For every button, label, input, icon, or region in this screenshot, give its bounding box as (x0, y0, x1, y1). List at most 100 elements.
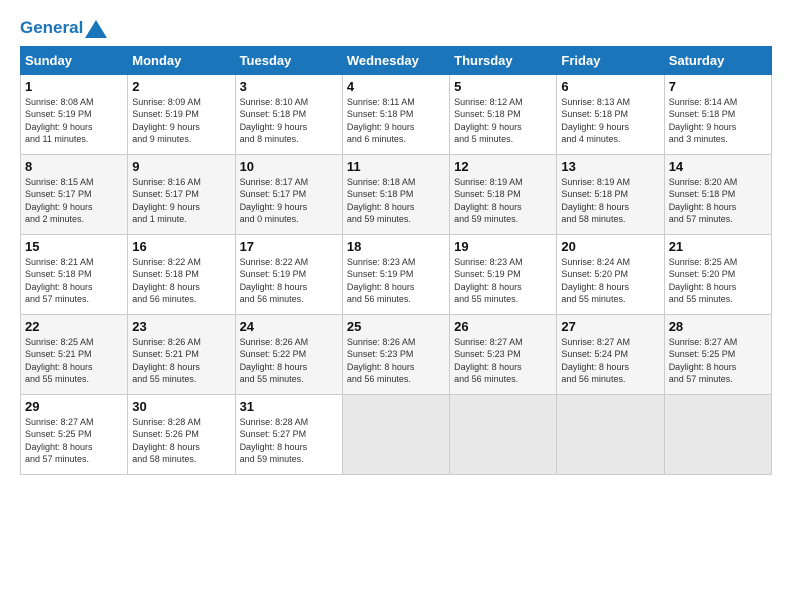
calendar-cell: 4 Sunrise: 8:11 AM Sunset: 5:18 PM Daylig… (342, 74, 449, 154)
calendar-cell: 26 Sunrise: 8:27 AM Sunset: 5:23 PM Dayli… (450, 314, 557, 394)
calendar-cell (557, 394, 664, 474)
dow-header-monday: Monday (128, 46, 235, 74)
day-number: 11 (347, 159, 445, 174)
logo-text: General (20, 18, 107, 38)
day-number: 19 (454, 239, 552, 254)
day-detail: Sunrise: 8:19 AM Sunset: 5:18 PM Dayligh… (454, 176, 552, 226)
calendar-cell: 17 Sunrise: 8:22 AM Sunset: 5:19 PM Dayli… (235, 234, 342, 314)
day-number: 25 (347, 319, 445, 334)
calendar-cell: 9Sunrise: 8:16 AM Sunset: 5:17 PM Daylig… (128, 154, 235, 234)
calendar-cell: 20Sunrise: 8:24 AM Sunset: 5:20 PM Dayli… (557, 234, 664, 314)
calendar-cell: 2 Sunrise: 8:09 AM Sunset: 5:19 PM Daylig… (128, 74, 235, 154)
calendar-cell: 18 Sunrise: 8:23 AM Sunset: 5:19 PM Dayli… (342, 234, 449, 314)
day-detail: Sunrise: 8:22 AM Sunset: 5:19 PM Dayligh… (240, 256, 338, 306)
calendar-cell: 1 Sunrise: 8:08 AM Sunset: 5:19 PM Daylig… (21, 74, 128, 154)
day-detail: Sunrise: 8:27 AM Sunset: 5:24 PM Dayligh… (561, 336, 659, 386)
day-detail: Sunrise: 8:27 AM Sunset: 5:23 PM Dayligh… (454, 336, 552, 386)
calendar-container: General SundayMondayTuesdayWednesdayThur… (0, 0, 792, 485)
day-detail: Sunrise: 8:27 AM Sunset: 5:25 PM Dayligh… (25, 416, 123, 466)
calendar-cell: 31Sunrise: 8:28 AM Sunset: 5:27 PM Dayli… (235, 394, 342, 474)
day-number: 4 (347, 79, 445, 94)
day-detail: Sunrise: 8:11 AM Sunset: 5:18 PM Dayligh… (347, 96, 445, 146)
day-number: 12 (454, 159, 552, 174)
calendar-cell: 15 Sunrise: 8:21 AM Sunset: 5:18 PM Dayli… (21, 234, 128, 314)
logo: General (20, 18, 107, 36)
day-number: 23 (132, 319, 230, 334)
day-number: 31 (240, 399, 338, 414)
calendar-cell: 29 Sunrise: 8:27 AM Sunset: 5:25 PM Dayli… (21, 394, 128, 474)
day-detail: Sunrise: 8:22 AM Sunset: 5:18 PM Dayligh… (132, 256, 230, 306)
calendar-body: 1 Sunrise: 8:08 AM Sunset: 5:19 PM Daylig… (21, 74, 772, 474)
day-detail: Sunrise: 8:12 AM Sunset: 5:18 PM Dayligh… (454, 96, 552, 146)
calendar-cell: 6Sunrise: 8:13 AM Sunset: 5:18 PM Daylig… (557, 74, 664, 154)
day-detail: Sunrise: 8:18 AM Sunset: 5:18 PM Dayligh… (347, 176, 445, 226)
day-number: 5 (454, 79, 552, 94)
day-detail: Sunrise: 8:19 AM Sunset: 5:18 PM Dayligh… (561, 176, 659, 226)
calendar-cell: 30 Sunrise: 8:28 AM Sunset: 5:26 PM Dayli… (128, 394, 235, 474)
day-number: 27 (561, 319, 659, 334)
day-detail: Sunrise: 8:26 AM Sunset: 5:22 PM Dayligh… (240, 336, 338, 386)
calendar-table: SundayMondayTuesdayWednesdayThursdayFrid… (20, 46, 772, 475)
day-detail: Sunrise: 8:26 AM Sunset: 5:21 PM Dayligh… (132, 336, 230, 386)
day-detail: Sunrise: 8:27 AM Sunset: 5:25 PM Dayligh… (669, 336, 767, 386)
day-detail: Sunrise: 8:09 AM Sunset: 5:19 PM Dayligh… (132, 96, 230, 146)
day-number: 26 (454, 319, 552, 334)
week-row-1: 1 Sunrise: 8:08 AM Sunset: 5:19 PM Daylig… (21, 74, 772, 154)
day-detail: Sunrise: 8:26 AM Sunset: 5:23 PM Dayligh… (347, 336, 445, 386)
dow-header-saturday: Saturday (664, 46, 771, 74)
day-detail: Sunrise: 8:10 AM Sunset: 5:18 PM Dayligh… (240, 96, 338, 146)
day-number: 8 (25, 159, 123, 174)
calendar-cell: 11 Sunrise: 8:18 AM Sunset: 5:18 PM Dayli… (342, 154, 449, 234)
day-number: 24 (240, 319, 338, 334)
day-detail: Sunrise: 8:28 AM Sunset: 5:26 PM Dayligh… (132, 416, 230, 466)
week-row-2: 8 Sunrise: 8:15 AM Sunset: 5:17 PM Daylig… (21, 154, 772, 234)
day-detail: Sunrise: 8:15 AM Sunset: 5:17 PM Dayligh… (25, 176, 123, 226)
day-detail: Sunrise: 8:21 AM Sunset: 5:18 PM Dayligh… (25, 256, 123, 306)
day-number: 22 (25, 319, 123, 334)
day-detail: Sunrise: 8:08 AM Sunset: 5:19 PM Dayligh… (25, 96, 123, 146)
calendar-cell: 8 Sunrise: 8:15 AM Sunset: 5:17 PM Daylig… (21, 154, 128, 234)
day-number: 30 (132, 399, 230, 414)
days-of-week-row: SundayMondayTuesdayWednesdayThursdayFrid… (21, 46, 772, 74)
day-number: 15 (25, 239, 123, 254)
header: General (20, 18, 772, 36)
day-number: 21 (669, 239, 767, 254)
day-number: 17 (240, 239, 338, 254)
day-number: 14 (669, 159, 767, 174)
calendar-cell: 21 Sunrise: 8:25 AM Sunset: 5:20 PM Dayli… (664, 234, 771, 314)
day-detail: Sunrise: 8:24 AM Sunset: 5:20 PM Dayligh… (561, 256, 659, 306)
day-number: 1 (25, 79, 123, 94)
calendar-cell: 23 Sunrise: 8:26 AM Sunset: 5:21 PM Dayli… (128, 314, 235, 394)
calendar-cell: 27 Sunrise: 8:27 AM Sunset: 5:24 PM Dayli… (557, 314, 664, 394)
calendar-cell: 14 Sunrise: 8:20 AM Sunset: 5:18 PM Dayli… (664, 154, 771, 234)
calendar-cell (450, 394, 557, 474)
day-detail: Sunrise: 8:23 AM Sunset: 5:19 PM Dayligh… (454, 256, 552, 306)
day-number: 18 (347, 239, 445, 254)
day-detail: Sunrise: 8:20 AM Sunset: 5:18 PM Dayligh… (669, 176, 767, 226)
day-number: 7 (669, 79, 767, 94)
day-detail: Sunrise: 8:17 AM Sunset: 5:17 PM Dayligh… (240, 176, 338, 226)
day-detail: Sunrise: 8:14 AM Sunset: 5:18 PM Dayligh… (669, 96, 767, 146)
week-row-5: 29 Sunrise: 8:27 AM Sunset: 5:25 PM Dayli… (21, 394, 772, 474)
week-row-4: 22 Sunrise: 8:25 AM Sunset: 5:21 PM Dayli… (21, 314, 772, 394)
calendar-cell: 7 Sunrise: 8:14 AM Sunset: 5:18 PM Daylig… (664, 74, 771, 154)
calendar-cell: 12 Sunrise: 8:19 AM Sunset: 5:18 PM Dayli… (450, 154, 557, 234)
day-number: 16 (132, 239, 230, 254)
calendar-cell: 16 Sunrise: 8:22 AM Sunset: 5:18 PM Dayli… (128, 234, 235, 314)
day-number: 13 (561, 159, 659, 174)
day-number: 2 (132, 79, 230, 94)
calendar-cell: 25 Sunrise: 8:26 AM Sunset: 5:23 PM Dayli… (342, 314, 449, 394)
calendar-cell: 13 Sunrise: 8:19 AM Sunset: 5:18 PM Dayli… (557, 154, 664, 234)
dow-header-tuesday: Tuesday (235, 46, 342, 74)
day-detail: Sunrise: 8:23 AM Sunset: 5:19 PM Dayligh… (347, 256, 445, 306)
day-detail: Sunrise: 8:13 AM Sunset: 5:18 PM Dayligh… (561, 96, 659, 146)
calendar-cell: 19 Sunrise: 8:23 AM Sunset: 5:19 PM Dayli… (450, 234, 557, 314)
day-detail: Sunrise: 8:25 AM Sunset: 5:20 PM Dayligh… (669, 256, 767, 306)
calendar-cell (342, 394, 449, 474)
day-number: 28 (669, 319, 767, 334)
calendar-cell: 22 Sunrise: 8:25 AM Sunset: 5:21 PM Dayli… (21, 314, 128, 394)
calendar-cell: 5 Sunrise: 8:12 AM Sunset: 5:18 PM Daylig… (450, 74, 557, 154)
calendar-cell: 10Sunrise: 8:17 AM Sunset: 5:17 PM Dayli… (235, 154, 342, 234)
day-number: 29 (25, 399, 123, 414)
day-detail: Sunrise: 8:25 AM Sunset: 5:21 PM Dayligh… (25, 336, 123, 386)
